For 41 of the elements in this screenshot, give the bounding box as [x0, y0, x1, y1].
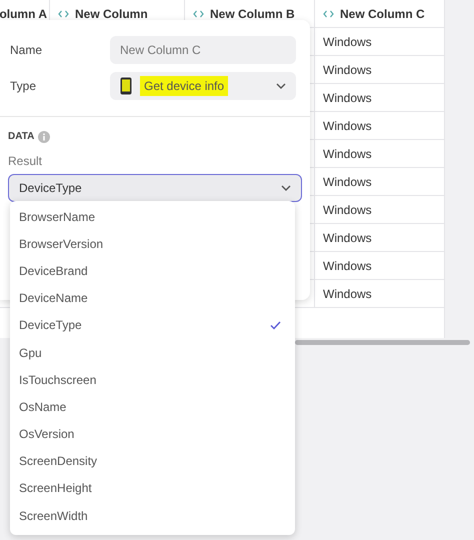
chevron-icon [281, 185, 291, 191]
table-cell: Windows [315, 112, 445, 140]
column-title: New Column B [210, 6, 295, 22]
dropdown-option[interactable]: ScreenDensity [10, 448, 295, 475]
info-icon[interactable] [38, 130, 50, 142]
table-cell: Windows [315, 28, 445, 56]
dropdown-option[interactable]: BrowserVersion [10, 230, 295, 258]
table-cell: Windows [315, 224, 445, 252]
dropdown-option[interactable]: DeviceName [10, 284, 295, 312]
field-label: Type [10, 78, 38, 95]
code-icon [323, 10, 334, 18]
section-heading: DATA [8, 130, 34, 144]
table-cell: Windows [315, 56, 445, 84]
column-header[interactable]: New Column C [315, 0, 445, 28]
table-cell: Windows [315, 252, 445, 280]
name-field[interactable]: New Column C [110, 36, 296, 64]
select-value: Get device info [140, 76, 228, 96]
dropdown-option[interactable]: DeviceBrand [10, 257, 295, 285]
field-label: Result [8, 153, 44, 170]
dropdown-option[interactable]: OsName [10, 393, 295, 420]
column-title: New Column [75, 6, 148, 22]
dropdown-option[interactable]: IsTouchscreen [10, 366, 295, 394]
dropdown-option[interactable]: BrowserName [10, 203, 295, 230]
dropdown-option[interactable]: ScreenHeight [10, 474, 295, 502]
code-icon [58, 10, 69, 18]
chevron-icon [276, 83, 286, 89]
scrollbar[interactable] [295, 340, 470, 345]
phone-icon [120, 77, 132, 95]
dropdown-option[interactable]: ScreenWidth [10, 502, 295, 530]
dropdown-option[interactable]: OsVersion [10, 420, 295, 448]
dropdown-option[interactable]: Gpu [10, 338, 295, 366]
table-cell: Windows [315, 196, 445, 224]
result-select[interactable]: DeviceType [8, 174, 302, 202]
table-cell: Windows [315, 84, 445, 112]
table-cell: Windows [315, 168, 445, 196]
column-title: olumn A [0, 6, 47, 22]
table-cell: Windows [315, 140, 445, 168]
type-select[interactable]: Get device info [110, 72, 296, 100]
field-label: Name [10, 42, 44, 59]
code-icon [193, 10, 204, 18]
column-title: New Column C [340, 6, 425, 22]
